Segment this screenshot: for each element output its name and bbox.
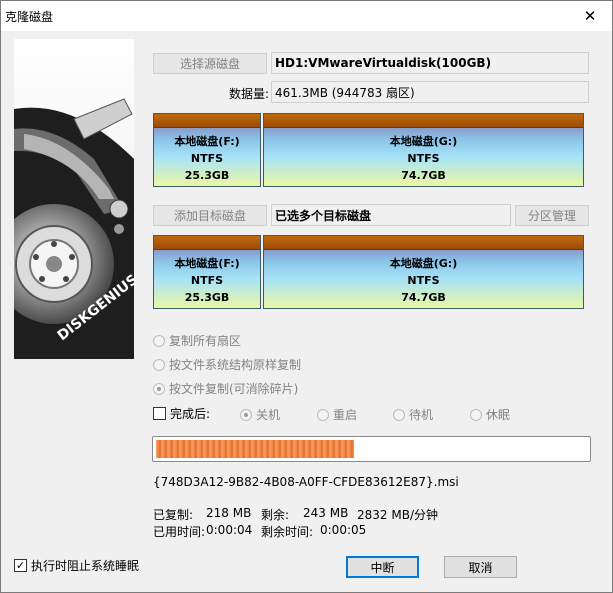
remaining-time-label: 剩余时间: (261, 525, 314, 539)
target-disk-field: 已选多个目标磁盘 (271, 204, 511, 226)
clone-progress-bar (152, 436, 591, 462)
prevent-sleep-checkbox[interactable]: ✓ 执行时阻止系统睡眠 (14, 557, 139, 574)
radio-indicator (317, 408, 329, 421)
title-bar: 克隆磁盘 ✕ (1, 1, 612, 31)
source-partition-g[interactable]: 本地磁盘(G:) NTFS 74.7GB (263, 113, 584, 187)
target-partition-g[interactable]: 本地磁盘(G:) NTFS 74.7GB (263, 235, 584, 309)
clone-disk-dialog: 克隆磁盘 ✕ DISKGENIUS 选择源磁盘 HD1:VMwareVirtua… (0, 0, 613, 593)
radio-indicator (240, 408, 252, 421)
radio-indicator (153, 358, 165, 371)
source-disk-field: HD1:VMwareVirtualdisk(100GB) (271, 52, 589, 74)
copy-speed: 2832 MB/分钟 (357, 508, 438, 522)
after-option-standby[interactable]: 待机 (393, 406, 433, 423)
checkbox-indicator (153, 407, 166, 420)
remaining-label: 剩余: (261, 508, 290, 522)
remaining-time-value: 0:00:05 (320, 523, 367, 537)
elapsed-label: 已用时间: (153, 525, 206, 539)
copy-mode-fs-structure[interactable]: 按文件系统结构原样复制 (153, 356, 301, 373)
copy-mode-by-file[interactable]: 按文件复制(可消除碎片) (153, 380, 298, 397)
data-amount-field: 461.3MB (944783 扇区) (271, 81, 589, 103)
progress-fill (156, 440, 354, 458)
add-target-disk-button[interactable]: 添加目标磁盘 (153, 205, 267, 226)
source-partition-f[interactable]: 本地磁盘(F:) NTFS 25.3GB (153, 113, 261, 187)
partition-management-button[interactable]: 分区管理 (515, 205, 589, 226)
close-icon: ✕ (583, 7, 597, 25)
copied-value: 218 MB (206, 506, 252, 520)
after-option-shutdown[interactable]: 关机 (240, 406, 280, 423)
interrupt-button[interactable]: 中断 (346, 556, 419, 578)
remaining-value: 243 MB (303, 506, 349, 520)
hard-disk-illustration: DISKGENIUS (14, 39, 134, 359)
source-disk-map: 本地磁盘(F:) NTFS 25.3GB 本地磁盘(G:) NTFS 74.7G… (153, 113, 584, 187)
radio-indicator (153, 334, 165, 347)
radio-indicator (470, 408, 482, 421)
target-partition-f[interactable]: 本地磁盘(F:) NTFS 25.3GB (153, 235, 261, 309)
target-disk-map: 本地磁盘(F:) NTFS 25.3GB 本地磁盘(G:) NTFS 74.7G… (153, 235, 584, 309)
after-option-restart[interactable]: 重启 (317, 406, 357, 423)
copy-mode-all-sectors[interactable]: 复制所有扇区 (153, 332, 241, 349)
window-title: 克隆磁盘 (5, 10, 54, 24)
radio-indicator (393, 408, 405, 421)
data-amount-label: 数据量: (229, 87, 270, 101)
close-button[interactable]: ✕ (568, 1, 612, 31)
cancel-button[interactable]: 取消 (444, 556, 517, 578)
radio-indicator (153, 382, 165, 395)
after-option-hibernate[interactable]: 休眠 (470, 406, 510, 423)
current-file: {748D3A12-9B82-4B08-A0FF-CFDE83612E87}.m… (153, 475, 459, 489)
check-icon: ✓ (14, 559, 27, 572)
copied-label: 已复制: (153, 508, 194, 522)
elapsed-value: 0:00:04 (206, 523, 253, 537)
select-source-disk-button[interactable]: 选择源磁盘 (153, 53, 267, 74)
after-complete-checkbox[interactable]: 完成后: (153, 405, 210, 422)
